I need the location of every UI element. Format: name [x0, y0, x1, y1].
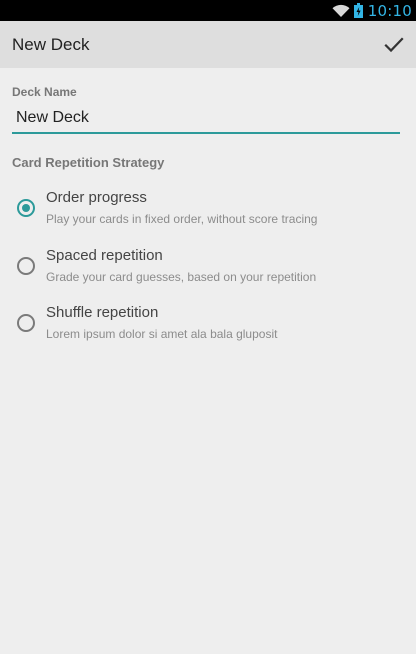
option-description: Lorem ipsum dolor si amet ala bala glupo…: [46, 327, 278, 341]
strategy-option-spaced-repetition[interactable]: Spaced repetition Grade your card guesse…: [0, 247, 416, 299]
checkmark-icon: [384, 36, 404, 52]
deck-name-input[interactable]: [12, 104, 400, 134]
radio-button[interactable]: [17, 257, 35, 275]
strategy-option-shuffle-repetition[interactable]: Shuffle repetition Lorem ipsum dolor si …: [0, 304, 416, 356]
option-title: Spaced repetition: [46, 247, 163, 264]
option-title: Order progress: [46, 189, 147, 206]
page-title: New Deck: [12, 34, 90, 54]
status-clock: 10:10: [367, 1, 412, 20]
radio-button[interactable]: [17, 314, 35, 332]
deck-name-label: Deck Name: [12, 85, 77, 99]
confirm-button[interactable]: [382, 33, 406, 57]
wifi-icon: [332, 4, 350, 17]
status-bar: 10:10: [0, 0, 416, 21]
option-title: Shuffle repetition: [46, 304, 159, 321]
strategy-option-order-progress[interactable]: Order progress Play your cards in fixed …: [0, 189, 416, 241]
option-description: Grade your card guesses, based on your r…: [46, 270, 317, 284]
strategy-section-label: Card Repetition Strategy: [12, 155, 165, 170]
action-bar: New Deck: [0, 21, 416, 68]
battery-icon: [353, 3, 363, 18]
radio-button-checked[interactable]: [17, 199, 35, 217]
option-description: Play your cards in fixed order, without …: [46, 212, 318, 226]
